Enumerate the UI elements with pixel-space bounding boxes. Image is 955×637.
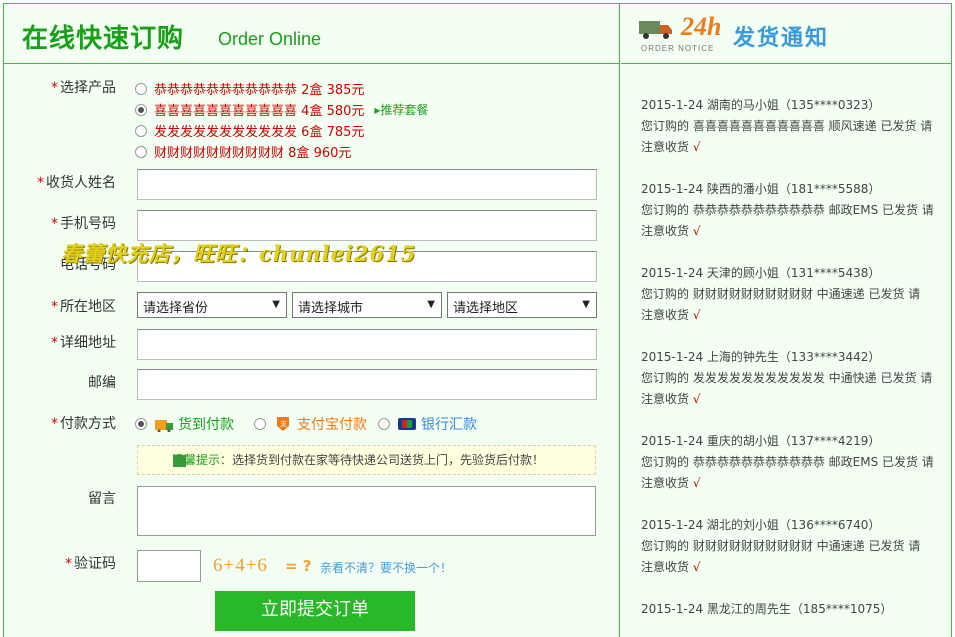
- product-radio[interactable]: [135, 145, 147, 158]
- receiver-name-input[interactable]: [137, 169, 597, 200]
- district-select[interactable]: 请选择地区 ▼: [447, 292, 597, 318]
- product-option-1[interactable]: 恭恭恭恭恭恭恭恭恭恭恭 2盒 385元: [135, 79, 364, 98]
- captcha-label: * 验证码: [65, 556, 116, 572]
- pay-option-alipay[interactable]: 支 支付宝付款: [254, 414, 367, 434]
- city-select[interactable]: 请选择城市 ▼: [292, 292, 442, 318]
- submit-order-button[interactable]: 立即提交订单: [215, 591, 415, 631]
- payment-label: * 付款方式: [51, 416, 116, 432]
- message-label: 留言: [88, 491, 116, 507]
- product-option-4[interactable]: 财财财财财财财财财财 8盒 960元: [135, 142, 351, 161]
- product-radio-selected[interactable]: [135, 103, 147, 116]
- order-panel: 在线快速订购 Order Online * 选择产品 恭恭恭恭恭恭恭恭恭恭恭 2盒…: [3, 3, 952, 637]
- product-radio[interactable]: [135, 82, 147, 95]
- address-label: * 详细地址: [51, 335, 116, 351]
- order-form-header: 在线快速订购 Order Online: [4, 4, 619, 64]
- 24h-badge: 24h: [681, 12, 722, 41]
- notice-item: 2015-1-24 天津的顾小姐（131****5438） 您订购的 财财财财财财…: [641, 266, 921, 322]
- pay-option-cod[interactable]: 货到付款: [135, 414, 234, 434]
- province-select[interactable]: 请选择省份 ▼: [137, 292, 287, 318]
- truck-icon: [639, 21, 672, 39]
- notice-item: 2015-1-24 上海的钟先生（133****3442） 您订购的 发发发发发发…: [641, 350, 933, 406]
- delivery-notice-header: 24h ORDER NOTICE 发货通知: [621, 4, 952, 64]
- notice-item: 2015-1-24 黑龙江的周先生（185****1075）: [641, 602, 893, 616]
- order-notice-caption: ORDER NOTICE: [641, 44, 715, 53]
- region-label: * 所在地区: [51, 299, 116, 315]
- recommended-tag: ▸推荐套餐: [374, 103, 429, 117]
- address-input[interactable]: [137, 329, 597, 360]
- notice-item: 2015-1-24 重庆的胡小姐（137****4219） 您订购的 恭恭恭恭恭恭…: [641, 434, 934, 490]
- message-textarea[interactable]: [137, 486, 596, 536]
- speaker-icon: [173, 455, 186, 467]
- svg-text:支: 支: [280, 419, 287, 428]
- product-label: * 选择产品: [51, 80, 116, 96]
- tip-text: 选择货到付款在家等待快递公司送货上门，先验货后付款！: [232, 453, 545, 467]
- notice-item: 2015-1-24 湖南的马小姐（135****0323） 您订购的 喜喜喜喜喜喜…: [641, 98, 933, 154]
- mobile-input[interactable]: [137, 210, 597, 241]
- order-form-section: 在线快速订购 Order Online * 选择产品 恭恭恭恭恭恭恭恭恭恭恭 2盒…: [4, 4, 620, 637]
- cash-on-delivery-icon: [155, 420, 173, 432]
- order-form-subtitle: Order Online: [218, 29, 322, 49]
- alipay-icon: 支: [277, 417, 289, 431]
- phone-label: 电话号码: [60, 257, 116, 273]
- delivery-notice-section: 24h ORDER NOTICE 发货通知 2015-1-24 湖南的马小姐（1…: [621, 4, 952, 637]
- delivery-notice-title: 发货通知: [733, 26, 830, 51]
- pay-radio[interactable]: [378, 418, 390, 430]
- zip-input[interactable]: [137, 369, 597, 400]
- captcha-input[interactable]: [137, 550, 201, 582]
- notice-item: 2015-1-24 湖北的刘小姐（136****6740） 您订购的 财财财财财财…: [641, 518, 921, 574]
- notice-item: 2015-1-24 陕西的潘小姐（181****5588） 您订购的 恭恭恭恭恭恭…: [641, 182, 934, 238]
- pay-radio[interactable]: [254, 418, 266, 430]
- pay-option-bank[interactable]: 银行汇款: [378, 414, 477, 434]
- captcha-image[interactable]: 6+4+6: [213, 555, 268, 577]
- zip-label: 邮编: [88, 375, 116, 391]
- payment-tip: 温馨提示：选择货到付款在家等待快递公司送货上门，先验货后付款！: [137, 445, 596, 475]
- pay-radio-selected[interactable]: [135, 418, 147, 430]
- product-radio[interactable]: [135, 124, 147, 137]
- mobile-label: * 手机号码: [51, 216, 116, 232]
- phone-input[interactable]: [137, 251, 597, 282]
- captcha-equals: = ?: [285, 557, 312, 575]
- bank-card-icon: [398, 418, 416, 430]
- product-option-2[interactable]: 喜喜喜喜喜喜喜喜喜喜喜 4盒 580元 ▸推荐套餐: [135, 100, 428, 119]
- receiver-name-label: * 收货人姓名: [37, 175, 116, 191]
- order-form-title: 在线快速订购: [22, 24, 185, 54]
- captcha-refresh-link[interactable]: 亲看不清？要不换一个！: [320, 559, 452, 576]
- product-option-3[interactable]: 发发发发发发发发发发发 6盒 785元: [135, 121, 364, 140]
